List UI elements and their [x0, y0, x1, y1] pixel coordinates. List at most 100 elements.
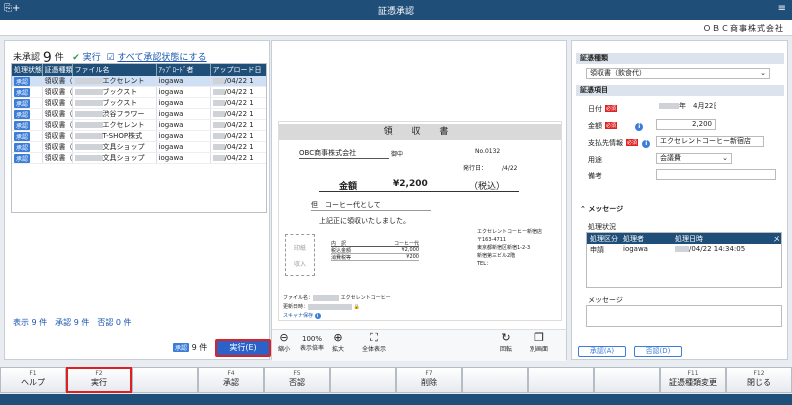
row-file: ブックスト [72, 97, 157, 109]
table-row[interactable]: 承認 領収書（物品購入） 文具ショップ iogawa/04/22 1 [12, 141, 266, 153]
file-info: ファイル名： エクセレントコーヒー [283, 294, 391, 301]
fkey-label: 実行 [91, 378, 107, 387]
fkey-12[interactable]: F12 閉じる [726, 367, 792, 393]
row-file-name: T-SHOP株式 [102, 132, 143, 140]
receipt-issuer: エクセレントコーヒー新宿店 〒163-4711 東京都新宿区新宿1-2-3 新宿… [477, 228, 542, 268]
table-row[interactable]: 承認 領収書（物品購入） T-SHOP株式 iogawa/04/22 1 [12, 130, 266, 142]
table-row[interactable]: 承認 領収書（飲食代） エクセレント iogawa/04/22 1 [12, 119, 266, 131]
row-date-value: /04/22 1 [224, 88, 254, 96]
receipt-preview: 領 収 書 OBC商事株式会社 御中 No.0132 発行日： /4/22 金額… [278, 121, 562, 321]
table-row[interactable]: 承認 領収書（物品購入） ブックスト iogawa/04/22 1 [12, 86, 266, 98]
receipt-amount-line: 金額 ¥2,200 （税込） [319, 178, 519, 192]
receipt-title: 領 収 書 [279, 124, 561, 140]
issuer-tel: TEL： [477, 261, 491, 267]
row-user: iogawa [156, 97, 211, 109]
fkey-4[interactable]: F4 承認 [198, 367, 264, 393]
row-file: 文具ショップ [72, 152, 157, 164]
scan-save-label: スキャナ保存 [283, 313, 314, 319]
amount-field[interactable]: 2,200 [656, 119, 716, 130]
table-row[interactable]: 承認 領収書（飲食代） エクセレント iogawa/04/22 1 [12, 76, 266, 87]
row-date: /04/22 1 [210, 130, 266, 142]
row-type: 領収書（飲食代） [42, 76, 73, 87]
fkey-3[interactable] [132, 367, 198, 393]
receipt-issued: 発行日： /4/22 [463, 165, 518, 172]
row-status[interactable]: 承認 [12, 97, 43, 109]
fkey-5[interactable]: F5 否認 [264, 367, 330, 393]
row-date-value: /04/22 1 [224, 110, 254, 118]
chevron-up-icon: ⌃ [580, 205, 586, 213]
table-row[interactable]: 承認 領収書（物品購入） 渋谷フラワー iogawa/04/22 1 [12, 108, 266, 120]
row-date: /04/22 1 [210, 97, 266, 109]
row-status[interactable]: 承認 [12, 86, 43, 98]
row-status[interactable]: 承認 [12, 152, 43, 164]
zoom-in-button[interactable]: ⊕ 拡大 [332, 332, 344, 354]
fkey-10[interactable] [594, 367, 660, 393]
row-user: iogawa [156, 108, 211, 120]
status-label: 処理状況 [588, 223, 616, 231]
status-badge: 承認 [14, 142, 31, 152]
message-textarea[interactable] [586, 305, 782, 327]
status-table-header: 処理区分 処理者 処理日時 メ [587, 233, 781, 244]
viewer-toolbar: ⊖ 縮小 100% 表示倍率 ⊕ 拡大 ⛶ 全体表示 ↻ 回転 ❐ 別画面 [272, 329, 566, 361]
reject-button[interactable]: 否認(D) [634, 346, 682, 357]
row-file-name: 文具ショップ [102, 154, 145, 162]
fkey-7[interactable]: F7 削除 [396, 367, 462, 393]
row-status[interactable]: 承認 [12, 141, 43, 153]
execute-link[interactable]: 実行 [83, 53, 101, 63]
fkey-1[interactable]: F1 ヘルプ [0, 367, 66, 393]
row-status[interactable]: 承認 [12, 119, 43, 131]
col-date[interactable]: アップロード日 [210, 64, 266, 76]
fkey-11[interactable]: F11 証憑種類変更 [660, 367, 726, 393]
fkey-label: 承認 [223, 378, 239, 387]
status-row-user: iogawa [623, 245, 648, 253]
fkey-8[interactable] [462, 367, 528, 393]
usage-select[interactable]: 会議費 ⌄ [656, 153, 732, 164]
fkey-6[interactable] [330, 367, 396, 393]
fkey-2[interactable]: F2 実行 [66, 367, 132, 393]
date-field[interactable]: 年 4月22日 [656, 102, 716, 113]
info-icon[interactable]: i [635, 123, 644, 131]
execute-button[interactable]: 実行(E) [215, 339, 271, 357]
approve-all-link[interactable]: すべて承認状態にする [117, 53, 206, 63]
status-col-user: 処理者 [623, 235, 644, 243]
menu-icon[interactable]: ≡ [778, 3, 786, 14]
fit-whole-button[interactable]: ⛶ 全体表示 [362, 332, 386, 354]
fkey-label: 証憑種類変更 [669, 378, 717, 387]
payee-field[interactable]: エクセレントコーヒー新宿店 [656, 136, 764, 147]
row-date: /04/22 1 [210, 119, 266, 131]
receipt-purpose: 但 コーヒー代として [311, 200, 431, 211]
col-type[interactable]: 証憑種類 [42, 64, 73, 76]
status-badge: 承認 [14, 109, 31, 119]
message-section-header[interactable]: ⌃ メッセージ [580, 204, 623, 214]
info-icon[interactable]: i [642, 140, 651, 148]
scan-save-info: スキャナ保存 i [283, 312, 321, 319]
table-row[interactable]: 承認 領収書（物品購入） 文具ショップ iogawa/04/22 1 [12, 152, 266, 164]
col-status[interactable]: 処理状態 [12, 64, 43, 76]
zoom-level[interactable]: 100% 表示倍率 [300, 335, 324, 352]
row-status[interactable]: 承認 [12, 108, 43, 120]
separate-window-button[interactable]: ❐ 別画面 [530, 331, 548, 354]
receipt-tax-note: （税込） [469, 182, 506, 192]
fkey-9[interactable] [528, 367, 594, 393]
row-file: エクセレント [72, 76, 157, 87]
zoom-out-button[interactable]: ⊖ 縮小 [278, 332, 290, 354]
row-type: 領収書（物品購入） [42, 108, 73, 120]
status-row[interactable]: 申請 iogawa /04/22 14:34:05 [587, 244, 781, 255]
row-status[interactable]: 承認 [12, 76, 43, 87]
col-file[interactable]: ファイル名 [72, 64, 157, 76]
checkbox-icon: ☑ [106, 53, 115, 63]
note-field[interactable] [656, 169, 776, 180]
separate-window-icon: ❐ [534, 331, 544, 344]
item-section-header: 証憑項目 [576, 85, 784, 96]
fkey-code: F11 [687, 370, 699, 377]
rotate-button[interactable]: ↻ 回転 [500, 332, 512, 354]
row-status[interactable]: 承認 [12, 130, 43, 142]
table-row[interactable]: 承認 領収書（物品購入） ブックスト iogawa/04/22 1 [12, 97, 266, 109]
status-row-date: /04/22 14:34:05 [689, 245, 746, 253]
approve-button[interactable]: 承認(A) [578, 346, 626, 357]
type-select[interactable]: 領収書（飲食代） ⌄ [586, 68, 770, 79]
issuer-building: 新宿第三ビル2階 [477, 253, 516, 259]
footer-count: 9 件 [191, 343, 208, 352]
row-file: T-SHOP株式 [72, 130, 157, 142]
col-user[interactable]: ｱｯﾌﾟﾛｰﾄﾞ者 [156, 64, 211, 76]
